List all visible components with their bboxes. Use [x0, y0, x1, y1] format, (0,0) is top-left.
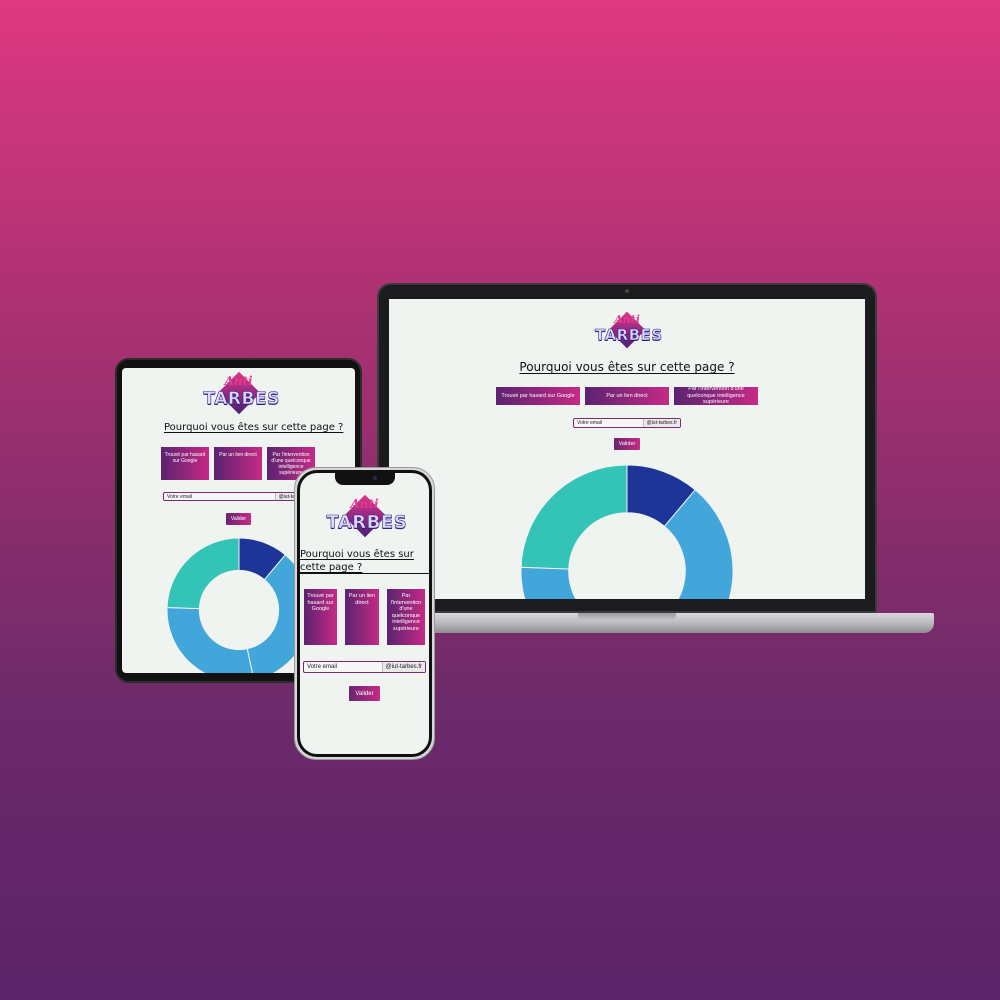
donut-slice-3 — [520, 464, 628, 570]
donut-slice-2 — [166, 606, 253, 673]
phone-camera-icon — [373, 476, 377, 480]
choice-google-button[interactable]: Trouvé par hasard sur Google — [304, 589, 337, 645]
page-title: Pourquoi vous êtes sur cette page ? — [300, 549, 414, 573]
submit-button[interactable]: Valider — [349, 686, 380, 701]
email-domain: @iut-tarbes.fr — [381, 662, 425, 672]
email-field[interactable]: Votre email @iut-tarbes.fr — [303, 661, 426, 673]
logo-script: Anti — [350, 497, 379, 511]
phone-notch — [335, 473, 395, 485]
donut-chart — [520, 464, 734, 599]
logo-word: TARBES — [326, 512, 408, 534]
section-divider — [300, 573, 429, 574]
site-logo: Anti TARBES — [326, 494, 408, 538]
donut-slice-3 — [166, 537, 240, 610]
email-placeholder: Votre email — [307, 664, 338, 670]
donut-slice-2 — [520, 566, 577, 599]
choice-superior-intelligence-button[interactable]: Par l'intervention d'une quelconque inte… — [387, 589, 425, 645]
choice-direct-link-button[interactable]: Par un lien direct — [345, 589, 379, 645]
laptop-screen: Anti TARBES Pourquoi vous êtes sur cette… — [389, 299, 865, 599]
laptop-camera-icon — [625, 289, 629, 293]
laptop-opening-notch — [578, 613, 676, 621]
phone-screen: Anti TARBES Pourquoi vous êtes sur cette… — [300, 473, 429, 754]
